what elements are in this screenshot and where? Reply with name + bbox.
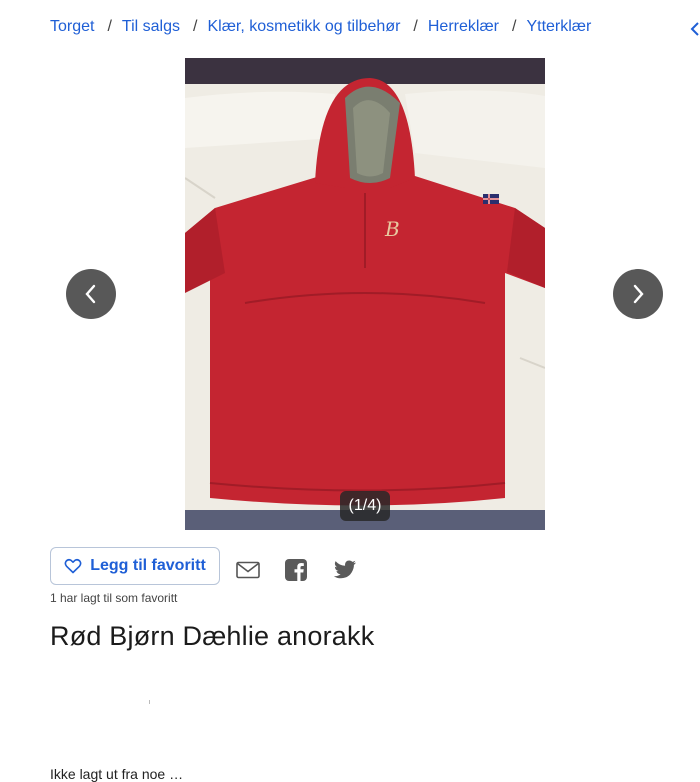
- breadcrumb-herreklaer[interactable]: Herreklær: [428, 18, 499, 36]
- gallery-prev-button[interactable]: [66, 269, 116, 319]
- mail-icon: [236, 561, 260, 579]
- listing-image[interactable]: B: [185, 58, 545, 530]
- twitter-icon: [333, 560, 356, 579]
- listing-title: Rød Bjørn Dæhlie anorakk: [50, 621, 375, 651]
- listing-partial-text: Ikke lagt ut fra noe …: [50, 766, 184, 782]
- breadcrumb-klaer[interactable]: Klær, kosmetikk og tilbehør: [207, 18, 400, 36]
- chevron-left-icon: [85, 284, 96, 304]
- share-twitter-button[interactable]: [332, 558, 358, 582]
- share-facebook-button[interactable]: [283, 558, 309, 582]
- add-favorite-label: Legg til favoritt: [90, 557, 206, 574]
- breadcrumb-separator: /: [512, 18, 517, 35]
- divider: [149, 700, 150, 704]
- heart-icon: [64, 558, 82, 574]
- breadcrumb-torget[interactable]: Torget: [50, 18, 94, 36]
- breadcrumb-ytterklaer[interactable]: Ytterklær: [526, 18, 591, 36]
- gallery-next-button[interactable]: [613, 269, 663, 319]
- chevron-left-icon[interactable]: [688, 20, 700, 38]
- facebook-icon: [285, 559, 307, 581]
- breadcrumb-separator: /: [413, 18, 418, 35]
- breadcrumb-separator: /: [107, 18, 112, 35]
- breadcrumb-til-salgs[interactable]: Til salgs: [122, 18, 180, 36]
- share-email-button[interactable]: [235, 558, 261, 582]
- breadcrumb-separator: /: [193, 18, 198, 35]
- chevron-right-icon: [633, 284, 644, 304]
- image-counter: (1/4): [340, 491, 390, 521]
- add-favorite-button[interactable]: Legg til favoritt: [50, 547, 220, 585]
- favorite-count: 1 har lagt til som favoritt: [50, 591, 178, 605]
- svg-text:B: B: [384, 217, 400, 241]
- breadcrumb: Torget / Til salgs / Klær, kosmetikk og …: [50, 18, 700, 36]
- jacket-photo: B: [185, 58, 545, 530]
